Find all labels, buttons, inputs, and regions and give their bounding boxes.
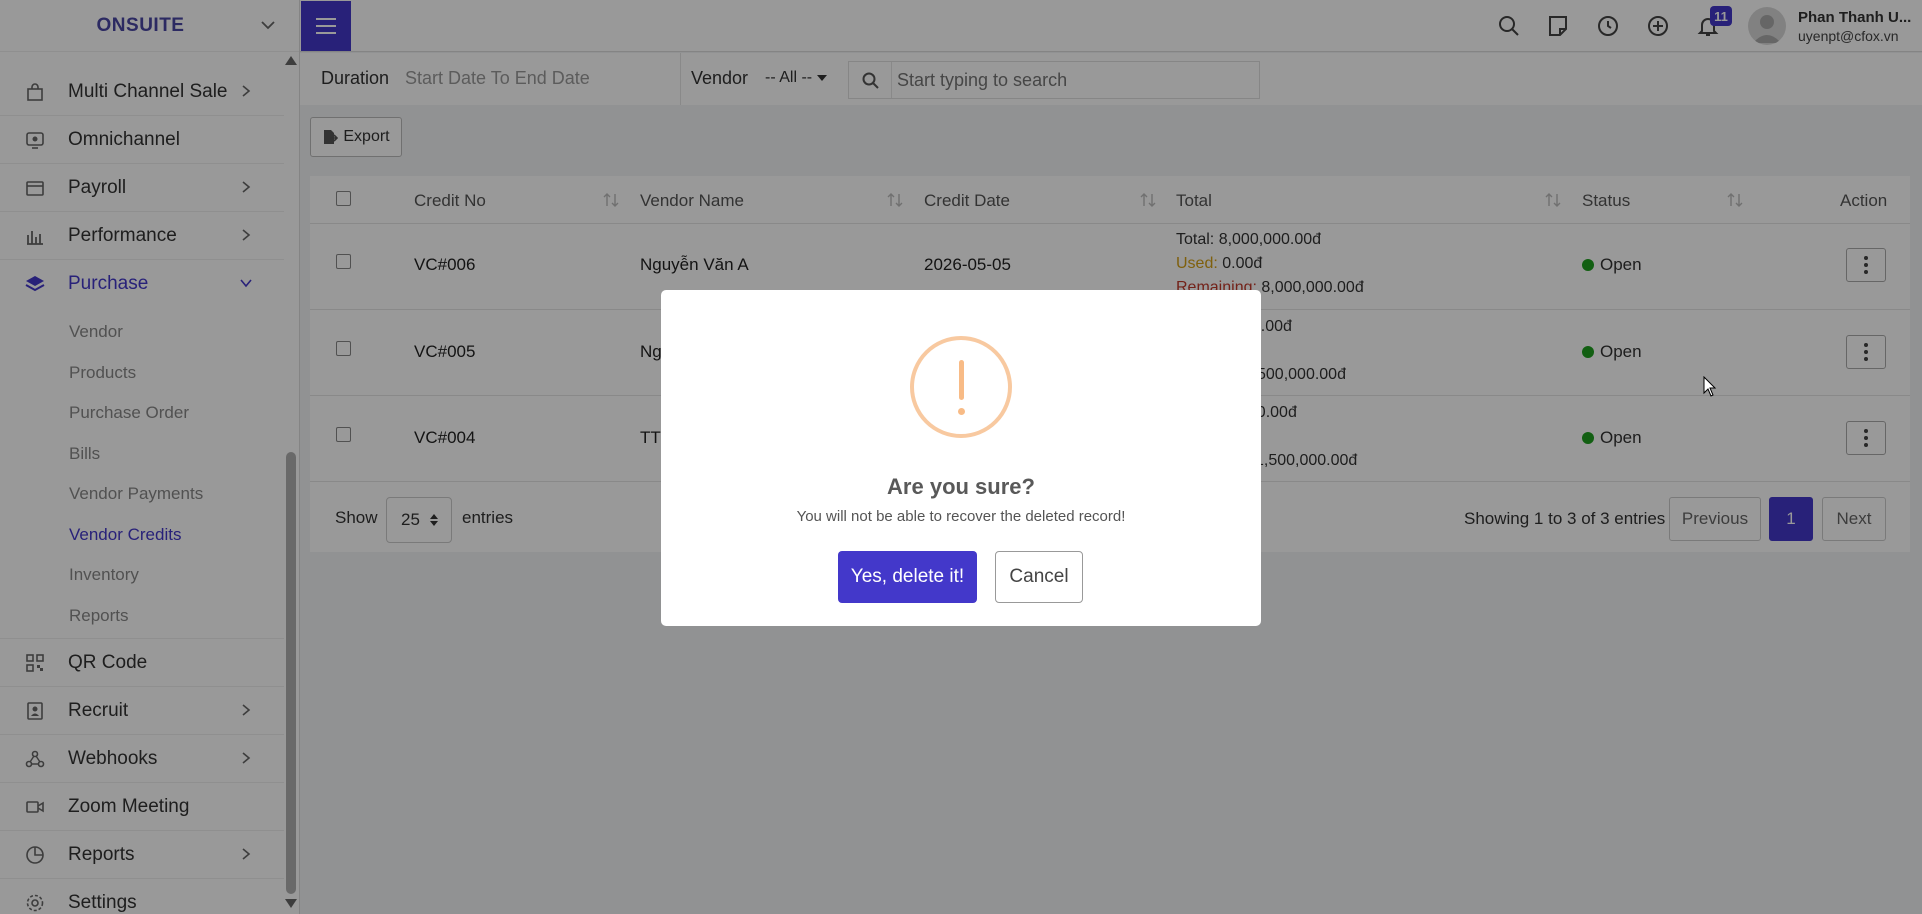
confirm-delete-button[interactable]: Yes, delete it! [838, 551, 977, 603]
mouse-cursor-icon [1703, 376, 1717, 397]
warning-icon-dot [958, 408, 965, 415]
warning-icon [910, 336, 1012, 438]
dialog-message: You will not be able to recover the dele… [796, 508, 1126, 525]
dialog-title: Are you sure? [887, 474, 1035, 499]
confirm-delete-dialog: Are you sure? You will not be able to re… [661, 290, 1261, 626]
cancel-button[interactable]: Cancel [995, 551, 1083, 603]
warning-icon-bar [959, 360, 964, 400]
